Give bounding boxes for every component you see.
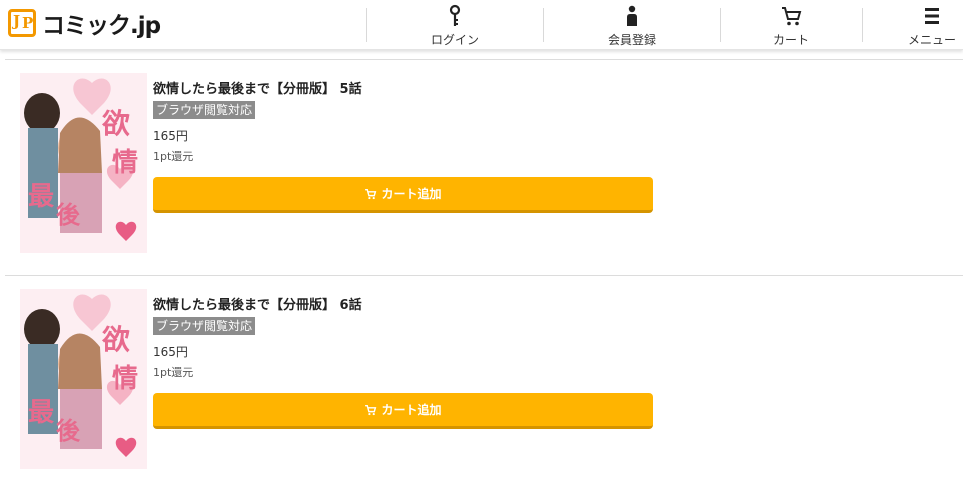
nav-menu-label: メニュー [907, 33, 956, 47]
svg-text:後: 後 [56, 416, 81, 445]
points-return: 1pt還元 [153, 150, 194, 163]
nav-menu[interactable]: メニュー [892, 4, 963, 48]
add-to-cart-button[interactable]: カート追加 [153, 177, 653, 213]
add-to-cart-label: カート追加 [381, 187, 442, 201]
nav-register-label: 会員登録 [607, 33, 656, 47]
browser-compatible-badge: ブラウザ閲覧対応 [153, 101, 256, 119]
nav-divider [366, 8, 367, 42]
price: 165円 [153, 129, 188, 143]
site-header: JP コミック.jp ログイン 会員登録 カート メニュー [0, 0, 963, 50]
person-icon [627, 5, 637, 26]
svg-text:情: 情 [112, 364, 138, 394]
nav-divider [862, 8, 863, 42]
svg-text:欲: 欲 [101, 107, 130, 140]
nav-login-label: ログイン [430, 33, 479, 47]
nav-divider [543, 8, 544, 42]
book-cover[interactable]: 欲 情 最 後 [20, 289, 147, 469]
svg-text:情: 情 [112, 148, 138, 178]
cover-illustration: 欲 情 最 後 [20, 289, 147, 469]
logo-mark-icon: JP [8, 9, 36, 37]
nav-divider [720, 8, 721, 42]
cart-icon [782, 7, 802, 26]
nav-cart[interactable]: カート [746, 4, 836, 48]
svg-text:最: 最 [28, 182, 55, 212]
cart-icon [365, 404, 377, 415]
add-to-cart-button[interactable]: カート追加 [153, 393, 653, 429]
product-title[interactable]: 欲情したら最後まで【分冊版】 6話 [153, 294, 362, 313]
nav-register[interactable]: 会員登録 [587, 4, 677, 48]
list-item: 欲 情 最 後 欲情したら最後まで【分冊版】 6話 ブラウザ閲覧対応 165円 … [0, 216, 963, 469]
price: 165円 [153, 345, 188, 359]
site-logo[interactable]: JP コミック.jp [8, 8, 161, 39]
menu-icon [925, 8, 939, 24]
svg-text:最: 最 [28, 398, 55, 428]
cart-icon [365, 188, 377, 199]
nav-login[interactable]: ログイン [410, 4, 500, 48]
logo-text: コミック.jp [42, 13, 161, 39]
svg-text:欲: 欲 [101, 323, 130, 356]
nav-cart-label: カート [772, 33, 809, 47]
points-return: 1pt還元 [153, 366, 194, 379]
product-title[interactable]: 欲情したら最後まで【分冊版】 5話 [153, 78, 362, 97]
browser-compatible-badge: ブラウザ閲覧対応 [153, 317, 256, 335]
add-to-cart-label: カート追加 [381, 403, 442, 417]
key-icon [449, 4, 461, 26]
